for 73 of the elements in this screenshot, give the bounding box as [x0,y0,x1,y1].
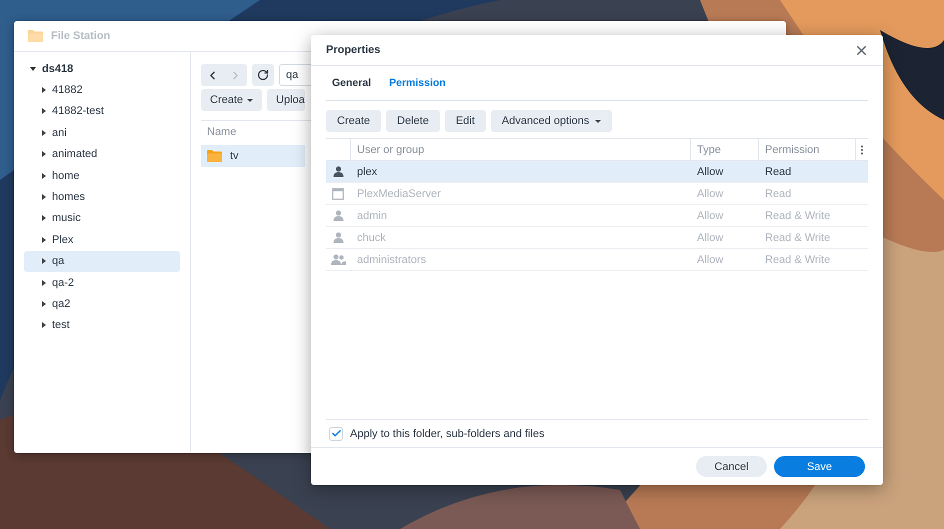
tree-item[interactable]: Plex [24,229,180,251]
table-cell: Read [765,188,792,200]
toolbar-button[interactable]: Uploa [267,89,305,111]
caret-icon [42,151,46,158]
table-cell: Allow [697,254,724,266]
check-icon [330,428,342,439]
group-icon [330,254,346,265]
dialog-title: Properties [326,44,380,56]
tab[interactable]: General [332,77,372,89]
caret-icon [42,87,46,94]
table-cell: Allow [697,166,724,178]
table-cell: Allow [697,188,724,200]
tree-item[interactable]: qa-2 [24,272,180,294]
refresh-icon [257,69,269,81]
tree-item[interactable]: home [24,164,180,186]
tree-item[interactable]: music [24,208,180,230]
table-cell: PlexMediaServer [357,188,441,200]
user-icon [332,210,344,221]
table-cell: admin [357,210,387,222]
caret-icon [595,120,602,122]
tree-item[interactable]: homes [24,186,180,208]
table-cell: administrators [357,254,426,266]
caret-icon [42,322,46,328]
caret-icon [42,108,46,114]
caret-icon [247,98,254,102]
toolbar-button[interactable]: Advanced options [490,110,612,132]
table-cell: Allow [697,210,724,222]
tree-item[interactable]: ds418 [24,58,180,80]
caret-icon [42,236,46,243]
column-header: Type [690,139,758,160]
tree-item[interactable]: qa [24,250,180,272]
window-title: File Station [51,30,110,42]
tree-item[interactable]: ani [24,122,180,144]
table-cell: chuck [357,232,386,244]
user-icon [332,232,344,243]
tree-item[interactable]: 41882-test [24,100,180,122]
toolbar-button[interactable]: Create [326,110,382,132]
cancel-button[interactable]: Cancel [696,456,767,477]
caret-icon [42,300,46,307]
toolbar-button[interactable]: Edit [444,110,486,132]
toolbar-button[interactable]: Delete [386,110,440,132]
caret-icon [42,172,46,179]
tree-item[interactable]: qa2 [24,293,180,315]
column-header: Permission [758,139,855,160]
user-icon [332,166,344,177]
table-cell: Read [765,166,792,178]
column-header: User or group [350,139,690,160]
tree-item[interactable]: test [24,314,180,336]
table-cell: Read & Write [765,210,830,222]
table-cell: Read & Write [765,254,830,266]
toolbar-button[interactable]: Create [201,89,262,111]
table-cell: Allow [697,232,724,244]
table-cell: Read & Write [765,232,830,244]
tab[interactable]: Permission [389,77,446,89]
table-cell: plex [357,166,378,178]
caret-icon [30,66,36,71]
refresh-button[interactable] [252,64,274,86]
table-row[interactable]: plex Allow Read [326,161,868,183]
caret-icon [42,130,46,136]
file-name: tv [230,150,239,162]
tree-item[interactable]: animated [24,144,180,165]
folder-icon [28,30,43,42]
caret-icon [42,258,46,264]
file-row[interactable]: tv [201,145,305,167]
window-icon [332,188,344,200]
folder-icon [207,150,222,162]
save-button[interactable]: Save [774,456,865,477]
caret-icon [42,194,46,200]
tree-item[interactable]: 41882 [24,79,180,101]
apply-checkbox[interactable] [329,426,343,440]
caret-icon [42,280,46,286]
caret-icon [42,215,46,222]
checkbox-label: Apply to this folder, sub-folders and files [350,428,544,440]
